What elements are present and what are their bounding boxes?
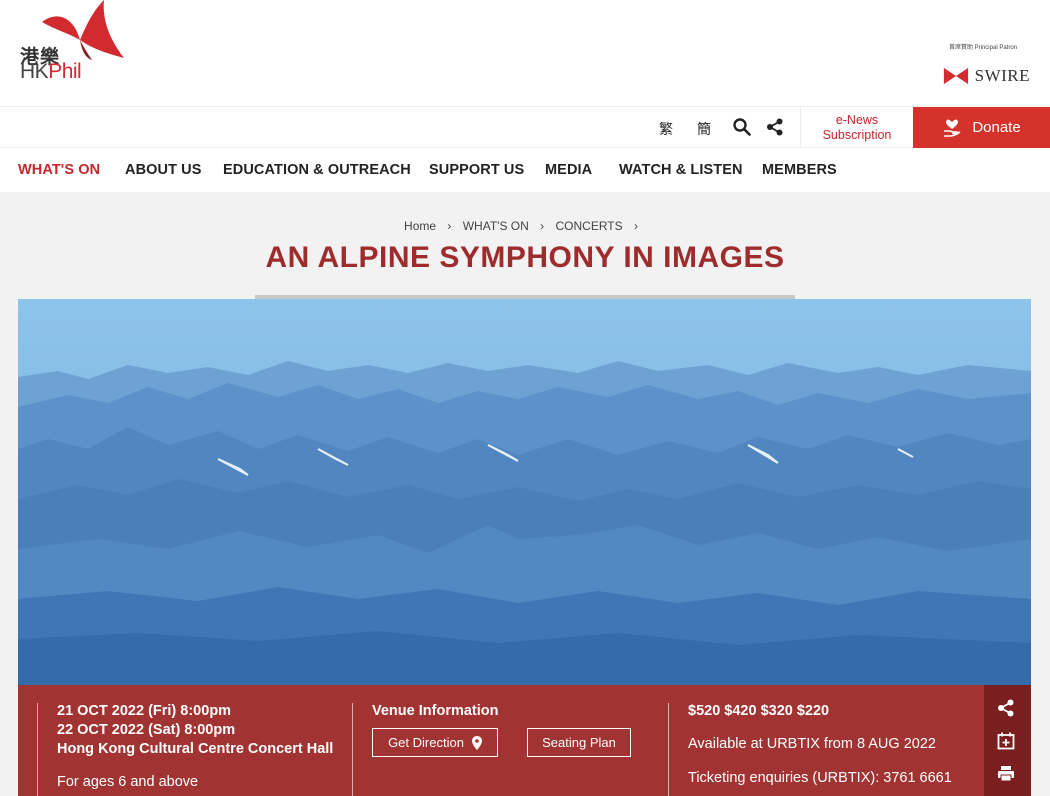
ticket-enquiries: Ticketing enquiries (URBTIX): 3761 6661	[688, 770, 952, 786]
share-icon[interactable]	[766, 118, 786, 138]
chevron-right-icon: ›	[633, 219, 638, 233]
utility-bar: 繁 簡 e-News Subscription Donate	[0, 106, 1050, 148]
enews-subscription-link[interactable]: e-News Subscription	[800, 107, 913, 148]
logo-hk: HK	[20, 60, 49, 83]
event-date-1: 21 OCT 2022 (Fri) 8:00pm	[57, 703, 232, 719]
page-title: AN ALPINE SYMPHONY IN IMAGES	[265, 241, 785, 274]
enews-line2: Subscription	[822, 128, 892, 142]
get-direction-button[interactable]: Get Direction	[372, 728, 498, 757]
venue-info-heading: Venue Information	[372, 703, 499, 719]
age-requirement: For ages 6 and above	[57, 774, 199, 790]
seating-plan-button[interactable]: Seating Plan	[527, 728, 631, 757]
swire-wordmark: SWIRE	[974, 66, 1030, 85]
divider	[352, 703, 353, 796]
heart-hand-icon	[944, 119, 961, 137]
hero-image-alpine-mountains	[18, 299, 1031, 685]
nav-whats-on[interactable]: WHAT'S ON	[18, 162, 100, 178]
lang-simplified-chinese[interactable]: 簡	[697, 119, 711, 139]
get-direction-label: Get Direction	[388, 735, 464, 750]
ticket-availability: Available at URBTIX from 8 AUG 2022	[688, 736, 936, 752]
ticket-prices: $520 $420 $320 $220	[688, 703, 830, 719]
breadcrumb-home[interactable]: Home	[404, 219, 436, 233]
breadcrumb-concerts[interactable]: CONCERTS	[556, 219, 623, 233]
chevron-right-icon: ›	[447, 219, 452, 233]
main-navigation: WHAT'S ON ABOUT US EDUCATION & OUTREACH …	[0, 148, 1050, 192]
breadcrumb: Home › WHAT'S ON › CONCERTS ›	[0, 219, 1050, 233]
event-date-2: 22 OCT 2022 (Sat) 8:00pm	[57, 722, 236, 738]
chevron-right-icon: ›	[540, 219, 545, 233]
divider	[668, 703, 669, 796]
nav-members[interactable]: MEMBERS	[762, 162, 837, 178]
nav-media[interactable]: MEDIA	[545, 162, 592, 178]
lang-traditional-chinese[interactable]: 繁	[659, 119, 673, 139]
divider	[37, 703, 38, 796]
nav-education-outreach[interactable]: EDUCATION & OUTREACH	[223, 162, 411, 178]
hkphil-logo[interactable]: 港樂 HKPhil	[18, 0, 128, 90]
donate-button[interactable]: Donate	[913, 107, 1050, 148]
print-icon[interactable]	[997, 765, 1017, 785]
logo-phil: Phil	[48, 60, 82, 83]
donate-label: Donate	[972, 119, 1021, 136]
nav-watch-listen[interactable]: WATCH & LISTEN	[619, 162, 743, 178]
concert-detail: Home › WHAT'S ON › CONCERTS › AN ALPINE …	[0, 192, 1050, 796]
logo-english-text: HKPhil	[20, 60, 82, 84]
share-icon[interactable]	[997, 699, 1017, 719]
principal-patron-label: 首席贊助 Principal Patron	[948, 45, 1017, 51]
event-venue: Hong Kong Cultural Centre Concert Hall	[57, 741, 334, 757]
map-pin-icon	[471, 735, 482, 750]
side-action-bar	[984, 685, 1031, 796]
enews-line1: e-News	[835, 113, 879, 127]
event-info-band: 21 OCT 2022 (Fri) 8:00pm 22 OCT 2022 (Sa…	[18, 685, 984, 796]
seating-plan-label: Seating Plan	[542, 735, 616, 750]
calendar-add-icon[interactable]	[997, 732, 1017, 752]
swire-logo[interactable]: SWIRE	[942, 66, 1030, 86]
nav-support-us[interactable]: SUPPORT US	[429, 162, 524, 178]
nav-about-us[interactable]: ABOUT US	[125, 162, 202, 178]
swire-flag-icon	[942, 67, 969, 85]
breadcrumb-whats-on[interactable]: WHAT'S ON	[463, 219, 529, 233]
search-icon[interactable]	[733, 118, 753, 138]
site-header: 港樂 HKPhil 首席贊助 Principal Patron SWIRE	[0, 0, 1050, 106]
